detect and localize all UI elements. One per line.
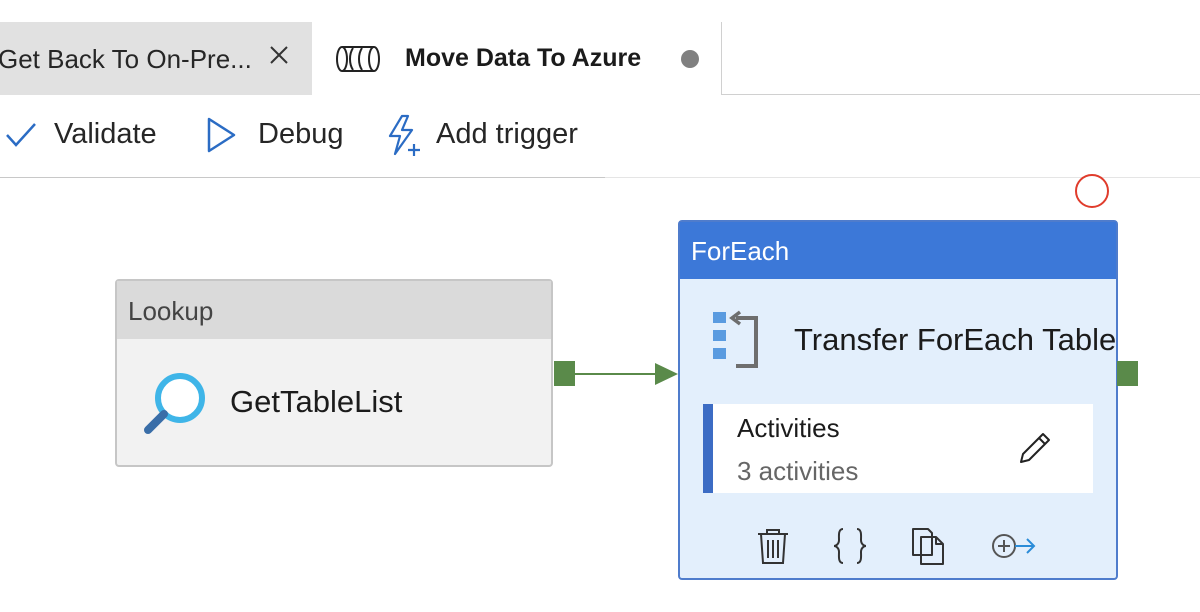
activity-name: GetTableList [230, 384, 403, 419]
validate-label: Validate [54, 118, 157, 150]
debug-label: Debug [258, 118, 344, 150]
checkmark-icon [6, 123, 36, 147]
pencil-icon[interactable] [1017, 430, 1053, 466]
activity-type-label: ForEach [691, 236, 790, 266]
delete-icon[interactable] [753, 526, 793, 566]
foreach-success-port[interactable] [1117, 361, 1138, 386]
status-indicator [1075, 174, 1109, 208]
add-output-icon[interactable] [990, 526, 1038, 566]
tab-label: Move Data To Azure [405, 44, 642, 72]
lookup-success-port[interactable] [554, 361, 575, 386]
lightning-icon [388, 114, 420, 156]
code-icon[interactable] [830, 526, 870, 566]
activities-accent-bar [703, 404, 713, 493]
activities-count: 3 activities [737, 456, 859, 486]
search-icon [144, 373, 205, 434]
activities-title: Activities [737, 413, 840, 443]
add-trigger-button[interactable]: Add trigger [382, 110, 602, 162]
tabstrip-border [722, 94, 1200, 95]
validate-button[interactable]: Validate [0, 110, 170, 162]
copy-icon[interactable] [908, 526, 948, 566]
toolbar-divider [0, 177, 605, 178]
tab-label: Get Back To On-Pre... [0, 44, 252, 74]
unsaved-indicator [681, 50, 699, 68]
foreach-icon [713, 310, 758, 368]
canvas-divider [605, 177, 1200, 178]
tabstrip-background [0, 0, 1200, 22]
pipeline-icon [336, 46, 380, 72]
debug-button[interactable]: Debug [200, 110, 360, 162]
play-icon [207, 117, 236, 153]
close-icon[interactable] [264, 40, 294, 70]
success-connector[interactable] [575, 358, 679, 390]
add-trigger-label: Add trigger [436, 118, 578, 150]
activity-name: Transfer ForEach Table [794, 322, 1117, 357]
activity-type-label: Lookup [128, 296, 214, 326]
